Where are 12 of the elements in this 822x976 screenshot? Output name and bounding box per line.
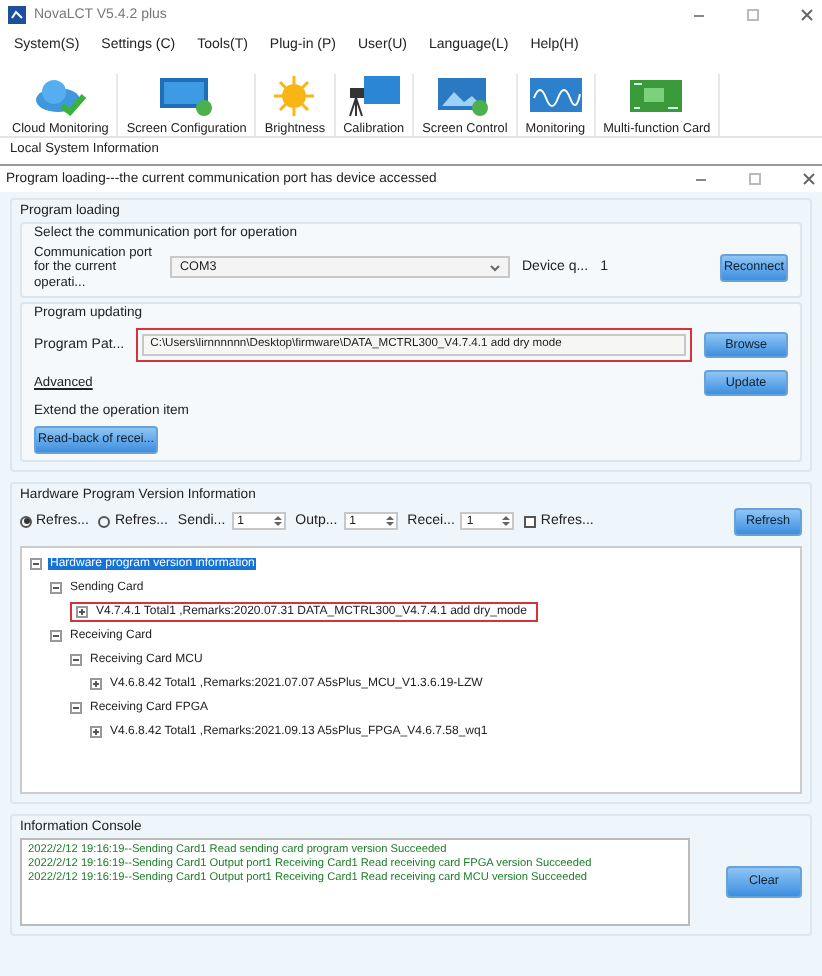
monitor-icon — [158, 74, 215, 118]
close-icon[interactable] — [802, 172, 816, 186]
camera-screen-icon — [345, 74, 402, 118]
app-logo-icon — [8, 5, 26, 23]
cloud-icon — [32, 74, 89, 118]
caret-icon — [490, 263, 500, 272]
close-icon[interactable] — [800, 7, 814, 21]
maximize-icon[interactable] — [748, 172, 762, 186]
waveform-icon — [527, 74, 584, 118]
picture-monitor-icon — [436, 74, 493, 118]
circuit-board-icon — [628, 74, 685, 118]
maximize-icon[interactable] — [746, 7, 760, 21]
